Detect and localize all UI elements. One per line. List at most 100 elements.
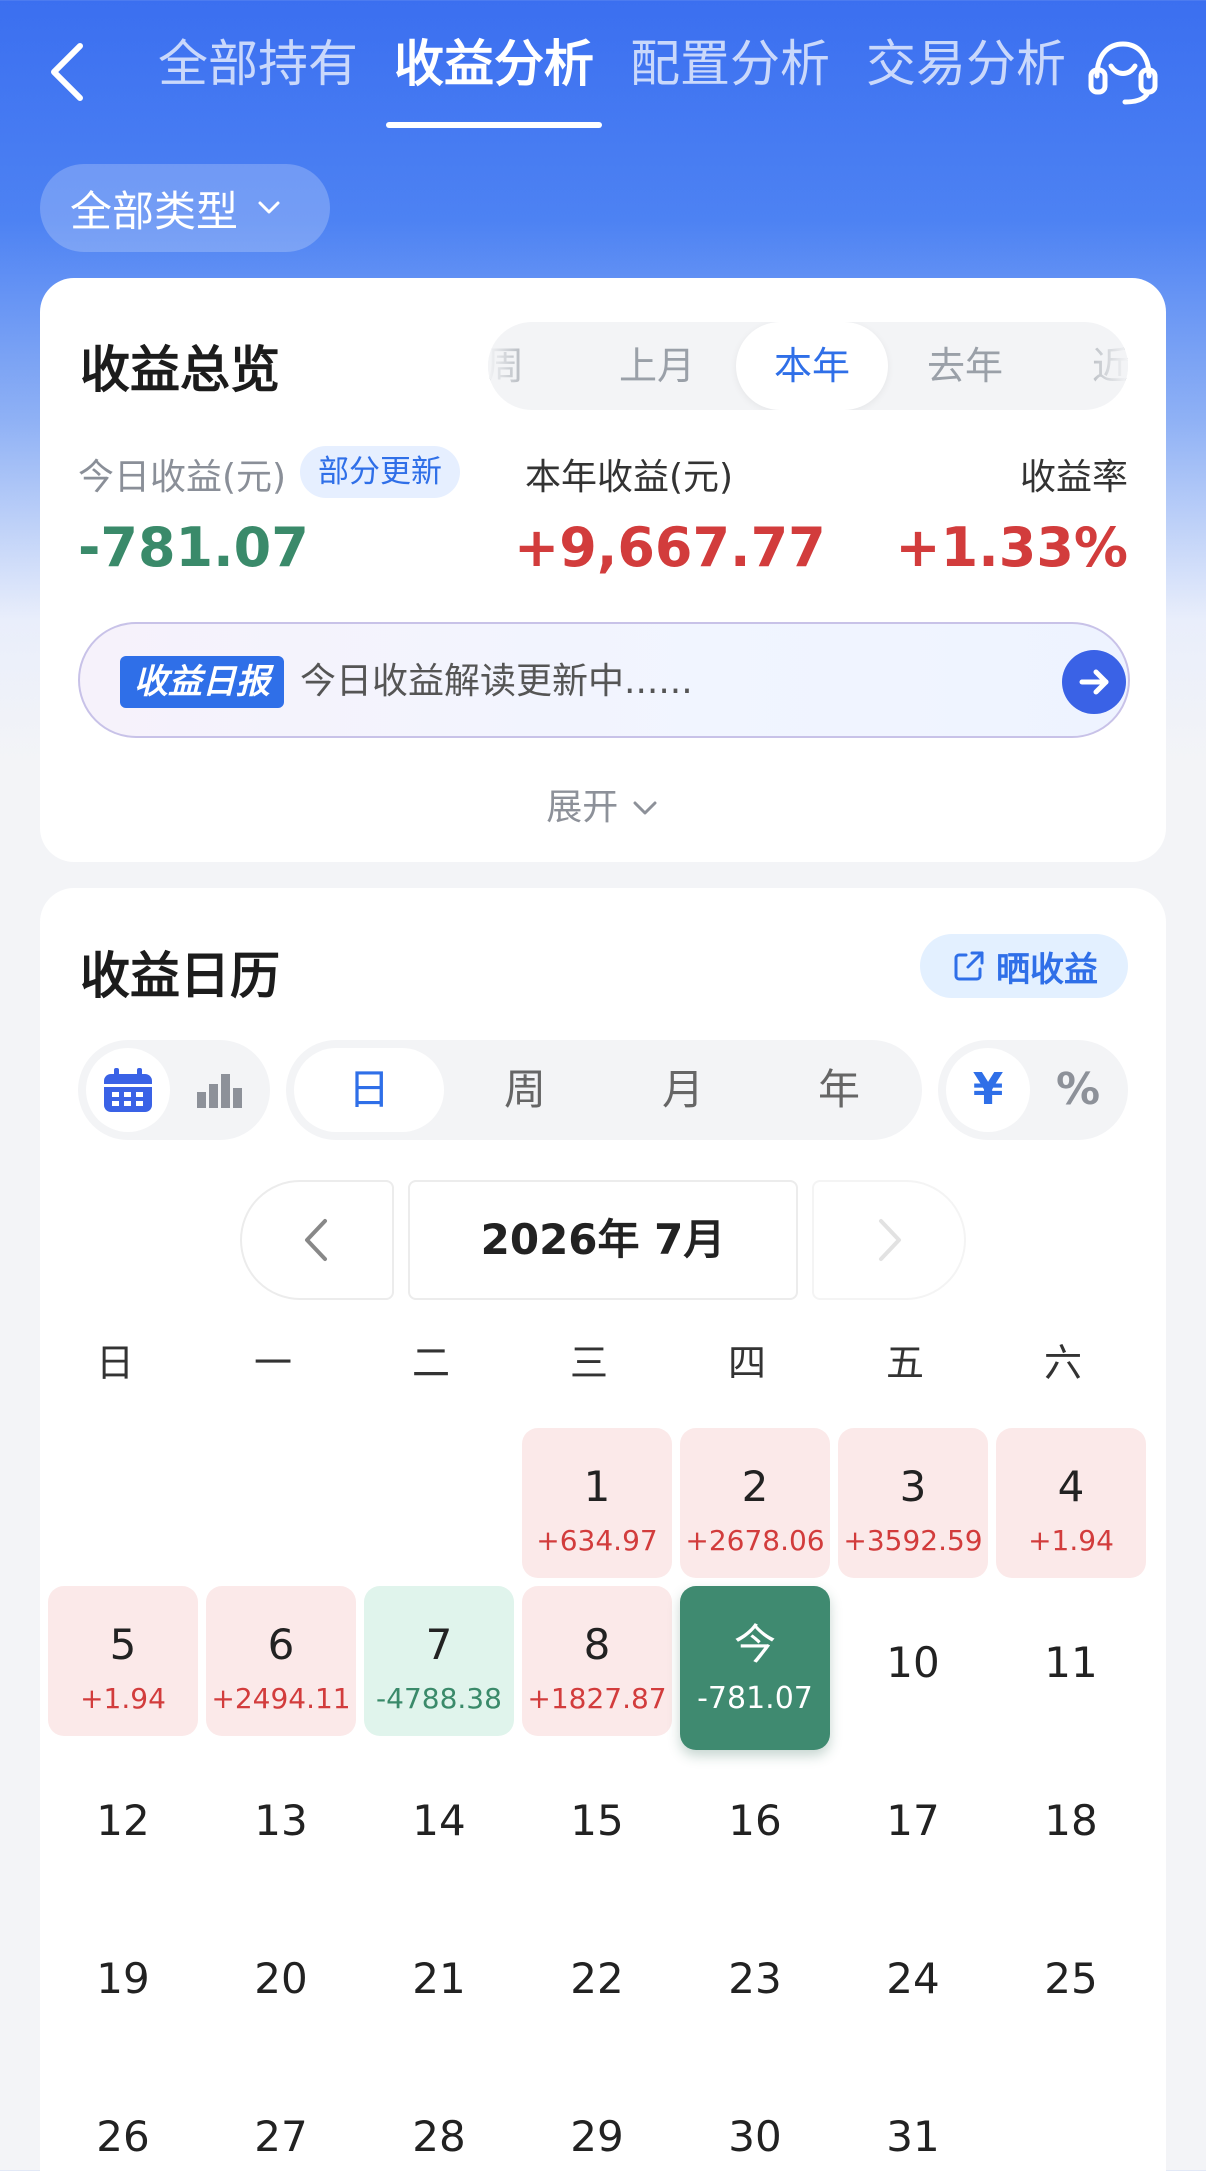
calendar-day[interactable]: 28 bbox=[364, 2060, 514, 2171]
customer-service-button[interactable] bbox=[1085, 36, 1161, 106]
unit-selector: ¥ % bbox=[938, 1040, 1128, 1140]
view-mode-toggle bbox=[78, 1040, 270, 1140]
day-number: 29 bbox=[570, 2112, 624, 2161]
calendar-day[interactable]: 8 +1827.87 bbox=[522, 1586, 672, 1736]
day-number: 20 bbox=[254, 1954, 308, 2003]
day-profit-amount: +634.97 bbox=[536, 1524, 658, 1557]
day-number: 3 bbox=[899, 1462, 927, 1511]
daily-report-banner[interactable]: 收益日报 今日收益解读更新中...... bbox=[78, 622, 1130, 738]
calendar-day[interactable]: 31 bbox=[838, 2060, 988, 2171]
calendar-title: 收益日历 bbox=[80, 947, 280, 1005]
day-number: 今 bbox=[733, 1620, 776, 1669]
calendar-day[interactable]: 1 +634.97 bbox=[522, 1428, 672, 1578]
granularity-day[interactable]: 日 bbox=[294, 1048, 444, 1132]
calendar-day[interactable]: 18 bbox=[996, 1744, 1146, 1894]
tab-allocation-analysis[interactable]: 配置分析 bbox=[612, 28, 848, 128]
day-number: 22 bbox=[570, 1954, 624, 2003]
calendar-day[interactable]: 20 bbox=[206, 1902, 356, 2052]
day-number: 2 bbox=[741, 1462, 769, 1511]
profit-calendar-card: 收益日历 晒收益 日 周 月 年 ¥ % 2026年 7月 日 一 二 三 四 … bbox=[40, 888, 1166, 2171]
chart-view-option[interactable] bbox=[178, 1048, 262, 1132]
calendar-day[interactable]: 30 bbox=[680, 2060, 830, 2171]
day-number: 19 bbox=[96, 1954, 150, 2003]
calendar-day[interactable]: 24 bbox=[838, 1902, 988, 2052]
day-profit-amount: -4788.38 bbox=[376, 1682, 502, 1715]
calendar-day[interactable]: 19 bbox=[48, 1902, 198, 2052]
calendar-day[interactable]: 25 bbox=[996, 1902, 1146, 2052]
granularity-year[interactable]: 年 bbox=[764, 1048, 914, 1132]
report-arrow-button[interactable] bbox=[1062, 650, 1126, 714]
bar-chart-icon bbox=[197, 1074, 242, 1108]
daily-report-tag: 收益日报 bbox=[120, 656, 284, 708]
calendar-day[interactable]: 6 +2494.11 bbox=[206, 1586, 356, 1736]
calendar-day[interactable]: 23 bbox=[680, 1902, 830, 2052]
year-profit-value: +9,667.77 bbox=[514, 516, 826, 579]
day-number: 8 bbox=[583, 1620, 611, 1669]
granularity-week[interactable]: 周 bbox=[450, 1048, 600, 1132]
chevron-right-icon bbox=[879, 1219, 901, 1261]
type-filter-label: 全部类型 bbox=[70, 186, 239, 236]
calendar-day[interactable]: 26 bbox=[48, 2060, 198, 2171]
tab-all-holdings[interactable]: 全部持有 bbox=[140, 28, 376, 128]
day-profit-amount: +1827.87 bbox=[527, 1682, 667, 1715]
tab-trade-analysis[interactable]: 交易分析 bbox=[848, 28, 1084, 128]
calendar-day[interactable]: 27 bbox=[206, 2060, 356, 2171]
calendar-day[interactable]: 4 +1.94 bbox=[996, 1428, 1146, 1578]
unit-amount[interactable]: ¥ bbox=[946, 1048, 1030, 1132]
day-number: 25 bbox=[1044, 1954, 1098, 2003]
daily-report-text: 今日收益解读更新中...... bbox=[300, 661, 693, 702]
calendar-day[interactable]: 13 bbox=[206, 1744, 356, 1894]
day-number: 26 bbox=[96, 2112, 150, 2161]
calendar-day[interactable]: 17 bbox=[838, 1744, 988, 1894]
unit-percent[interactable]: % bbox=[1036, 1048, 1120, 1132]
calendar-day[interactable]: 15 bbox=[522, 1744, 672, 1894]
granularity-month[interactable]: 月 bbox=[608, 1048, 758, 1132]
calendar-day[interactable]: 22 bbox=[522, 1902, 672, 2052]
day-number: 1 bbox=[583, 1462, 611, 1511]
current-month-label[interactable]: 2026年 7月 bbox=[408, 1180, 798, 1300]
calendar-day[interactable]: 2 +2678.06 bbox=[680, 1428, 830, 1578]
day-profit-amount: +1.94 bbox=[1028, 1524, 1114, 1557]
next-month-button[interactable] bbox=[812, 1180, 966, 1300]
day-profit-amount: +2678.06 bbox=[685, 1524, 825, 1557]
calendar-day[interactable]: 5 +1.94 bbox=[48, 1586, 198, 1736]
share-icon bbox=[954, 951, 984, 981]
calendar-day[interactable]: 21 bbox=[364, 1902, 514, 2052]
calendar-day-today[interactable]: 今 -781.07 bbox=[680, 1586, 830, 1750]
calendar-day[interactable]: 7 -4788.38 bbox=[364, 1586, 514, 1736]
calendar-day[interactable]: 16 bbox=[680, 1744, 830, 1894]
calendar-day[interactable]: 29 bbox=[522, 2060, 672, 2171]
today-profit-label: 今日收益(元) bbox=[78, 457, 287, 498]
period-this-year[interactable]: 本年 bbox=[736, 322, 888, 410]
day-number: 11 bbox=[1044, 1638, 1098, 1687]
day-number: 31 bbox=[886, 2112, 940, 2161]
calendar-day[interactable]: 10 bbox=[838, 1586, 988, 1736]
granularity-selector: 日 周 月 年 bbox=[286, 1040, 922, 1140]
day-number: 18 bbox=[1044, 1796, 1098, 1845]
scroll-fade-right bbox=[1068, 322, 1128, 410]
chevron-left-icon bbox=[305, 1219, 327, 1261]
day-number: 5 bbox=[109, 1620, 137, 1669]
weekday-label: 日 bbox=[95, 1341, 134, 1385]
expand-toggle[interactable]: 展开 bbox=[40, 778, 1166, 830]
chevron-down-icon bbox=[633, 801, 657, 815]
period-last-month[interactable]: 上月 bbox=[582, 322, 732, 410]
previous-month-button[interactable] bbox=[240, 1180, 394, 1300]
calendar-day[interactable]: 11 bbox=[996, 1586, 1146, 1736]
type-filter-dropdown[interactable]: 全部类型 bbox=[40, 164, 330, 252]
scroll-fade-left bbox=[488, 322, 538, 410]
tab-bar: 全部持有 收益分析 配置分析 交易分析 bbox=[140, 28, 1084, 128]
calendar-day[interactable]: 3 +3592.59 bbox=[838, 1428, 988, 1578]
overview-title: 收益总览 bbox=[80, 341, 280, 399]
tab-profit-analysis[interactable]: 收益分析 bbox=[376, 28, 612, 128]
weekday-label: 一 bbox=[253, 1341, 292, 1385]
day-number: 13 bbox=[254, 1796, 308, 1845]
period-selector: 周 上月 本年 去年 近 bbox=[488, 322, 1128, 410]
calendar-view-option[interactable] bbox=[86, 1048, 170, 1132]
chevron-left-icon bbox=[51, 43, 83, 101]
period-last-year[interactable]: 去年 bbox=[890, 322, 1040, 410]
calendar-day[interactable]: 12 bbox=[48, 1744, 198, 1894]
share-profit-button[interactable]: 晒收益 bbox=[920, 934, 1128, 998]
calendar-day[interactable]: 14 bbox=[364, 1744, 514, 1894]
back-button[interactable] bbox=[40, 36, 100, 106]
